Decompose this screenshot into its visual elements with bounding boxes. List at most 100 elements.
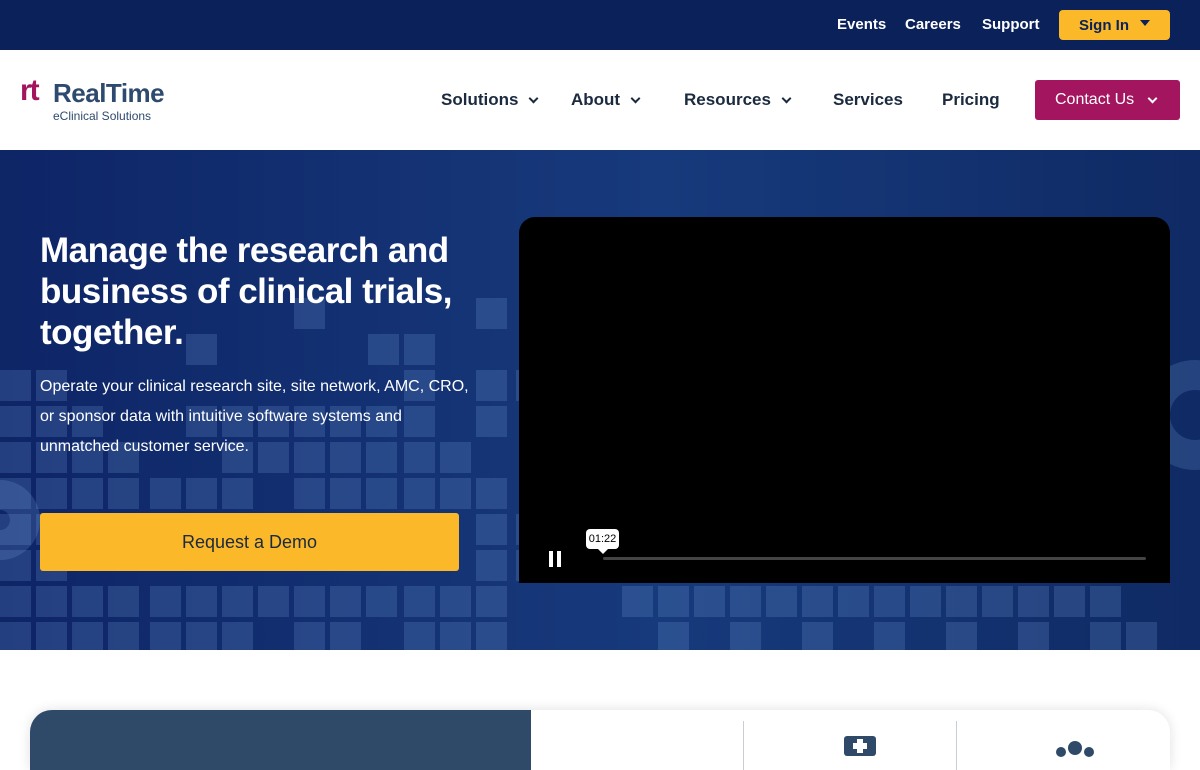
background-tile: [658, 622, 689, 650]
background-tile: [910, 586, 941, 617]
video-player[interactable]: 01:22: [519, 217, 1170, 583]
nav-pricing[interactable]: Pricing: [942, 90, 1000, 110]
background-tile: [366, 478, 397, 509]
background-tile: [108, 478, 139, 509]
background-tile: [108, 622, 139, 650]
background-tile: [36, 622, 67, 650]
medical-kit-icon: [844, 736, 876, 756]
background-tile: [802, 622, 833, 650]
nav-about[interactable]: About: [571, 90, 641, 110]
background-tile: [766, 586, 797, 617]
background-tile: [404, 478, 435, 509]
background-tile: [150, 478, 181, 509]
sign-in-button[interactable]: Sign In: [1059, 10, 1170, 40]
contact-us-label: Contact Us: [1055, 91, 1135, 108]
background-tile: [294, 622, 325, 650]
video-progress-bar[interactable]: [603, 557, 1146, 560]
background-tile: [694, 586, 725, 617]
chevron-down-icon: [529, 93, 539, 103]
background-tile: [1018, 622, 1049, 650]
video-time-tooltip: 01:22: [586, 529, 619, 554]
background-tile: [476, 478, 507, 509]
background-tile: [186, 586, 217, 617]
background-tile: [658, 586, 689, 617]
background-tile: [1054, 586, 1085, 617]
background-tile: [440, 622, 471, 650]
background-tile: [330, 586, 361, 617]
nav-about-label: About: [571, 90, 621, 109]
background-tile: [150, 586, 181, 617]
background-tile: [622, 586, 653, 617]
pause-icon[interactable]: [549, 551, 561, 567]
background-tile: [294, 478, 325, 509]
background-tile: [36, 586, 67, 617]
logo-mark: rt: [20, 74, 40, 107]
hero-section: Manage the research and business of clin…: [0, 150, 1200, 650]
background-tile: [72, 478, 103, 509]
background-tile: [186, 622, 217, 650]
hero-subtitle: Operate your clinical research site, sit…: [40, 378, 469, 455]
background-tile: [404, 586, 435, 617]
background-tile: [946, 586, 977, 617]
hero-title: Manage the research and business of clin…: [40, 231, 452, 352]
chevron-down-icon: [630, 93, 641, 103]
sign-in-label: Sign In: [1079, 16, 1129, 34]
background-tile: [1090, 622, 1121, 650]
background-tile: [0, 586, 31, 617]
feature-cards: [30, 710, 1170, 770]
background-tile: [1126, 622, 1157, 650]
background-tile: [476, 370, 507, 401]
events-link[interactable]: Events: [837, 16, 886, 33]
card-divider: [956, 721, 957, 770]
background-tile: [330, 478, 361, 509]
main-navigation: rt RealTime eClinical Solutions Solution…: [0, 50, 1200, 150]
background-tile: [366, 586, 397, 617]
card-divider: [743, 721, 744, 770]
people-icon: [1056, 741, 1094, 761]
background-tile: [476, 550, 507, 581]
logo-wordmark: RealTime: [53, 78, 165, 108]
background-tile: [802, 586, 833, 617]
support-link[interactable]: Support: [982, 16, 1040, 33]
contact-us-button[interactable]: Contact Us: [1035, 80, 1180, 120]
background-tile: [476, 586, 507, 617]
background-tile: [730, 622, 761, 650]
site-logo[interactable]: rt RealTime eClinical Solutions: [20, 74, 170, 124]
request-demo-button[interactable]: Request a Demo: [40, 513, 459, 571]
background-tile: [36, 478, 67, 509]
nav-resources-label: Resources: [684, 90, 771, 109]
background-tile: [874, 586, 905, 617]
background-tile: [982, 586, 1013, 617]
background-tile: [0, 406, 31, 437]
background-tile: [222, 622, 253, 650]
background-tile: [72, 622, 103, 650]
logo-tagline: eClinical Solutions: [53, 109, 152, 123]
chevron-down-icon: [781, 93, 792, 103]
nav-solutions[interactable]: Solutions: [441, 90, 539, 110]
background-tile: [946, 622, 977, 650]
nav-services[interactable]: Services: [833, 90, 903, 110]
background-tile: [222, 586, 253, 617]
careers-link[interactable]: Careers: [905, 16, 961, 33]
caret-down-icon: [1140, 20, 1150, 26]
nav-resources[interactable]: Resources: [684, 90, 792, 110]
feature-card-highlight: [30, 710, 531, 770]
background-tile: [222, 478, 253, 509]
background-tile: [150, 622, 181, 650]
background-tile: [0, 622, 31, 650]
nav-solutions-label: Solutions: [441, 90, 519, 109]
background-tile: [404, 622, 435, 650]
background-tile: [440, 478, 471, 509]
background-tile: [186, 478, 217, 509]
background-tile: [72, 586, 103, 617]
background-tile: [0, 442, 31, 473]
background-tile: [838, 586, 869, 617]
background-tile: [330, 622, 361, 650]
background-tile: [874, 622, 905, 650]
background-tile: [258, 586, 289, 617]
background-tile: [440, 586, 471, 617]
background-arc: [0, 480, 40, 560]
background-tile: [108, 586, 139, 617]
background-tile: [0, 370, 31, 401]
utility-bar: Events Careers Support Sign In: [0, 0, 1200, 50]
